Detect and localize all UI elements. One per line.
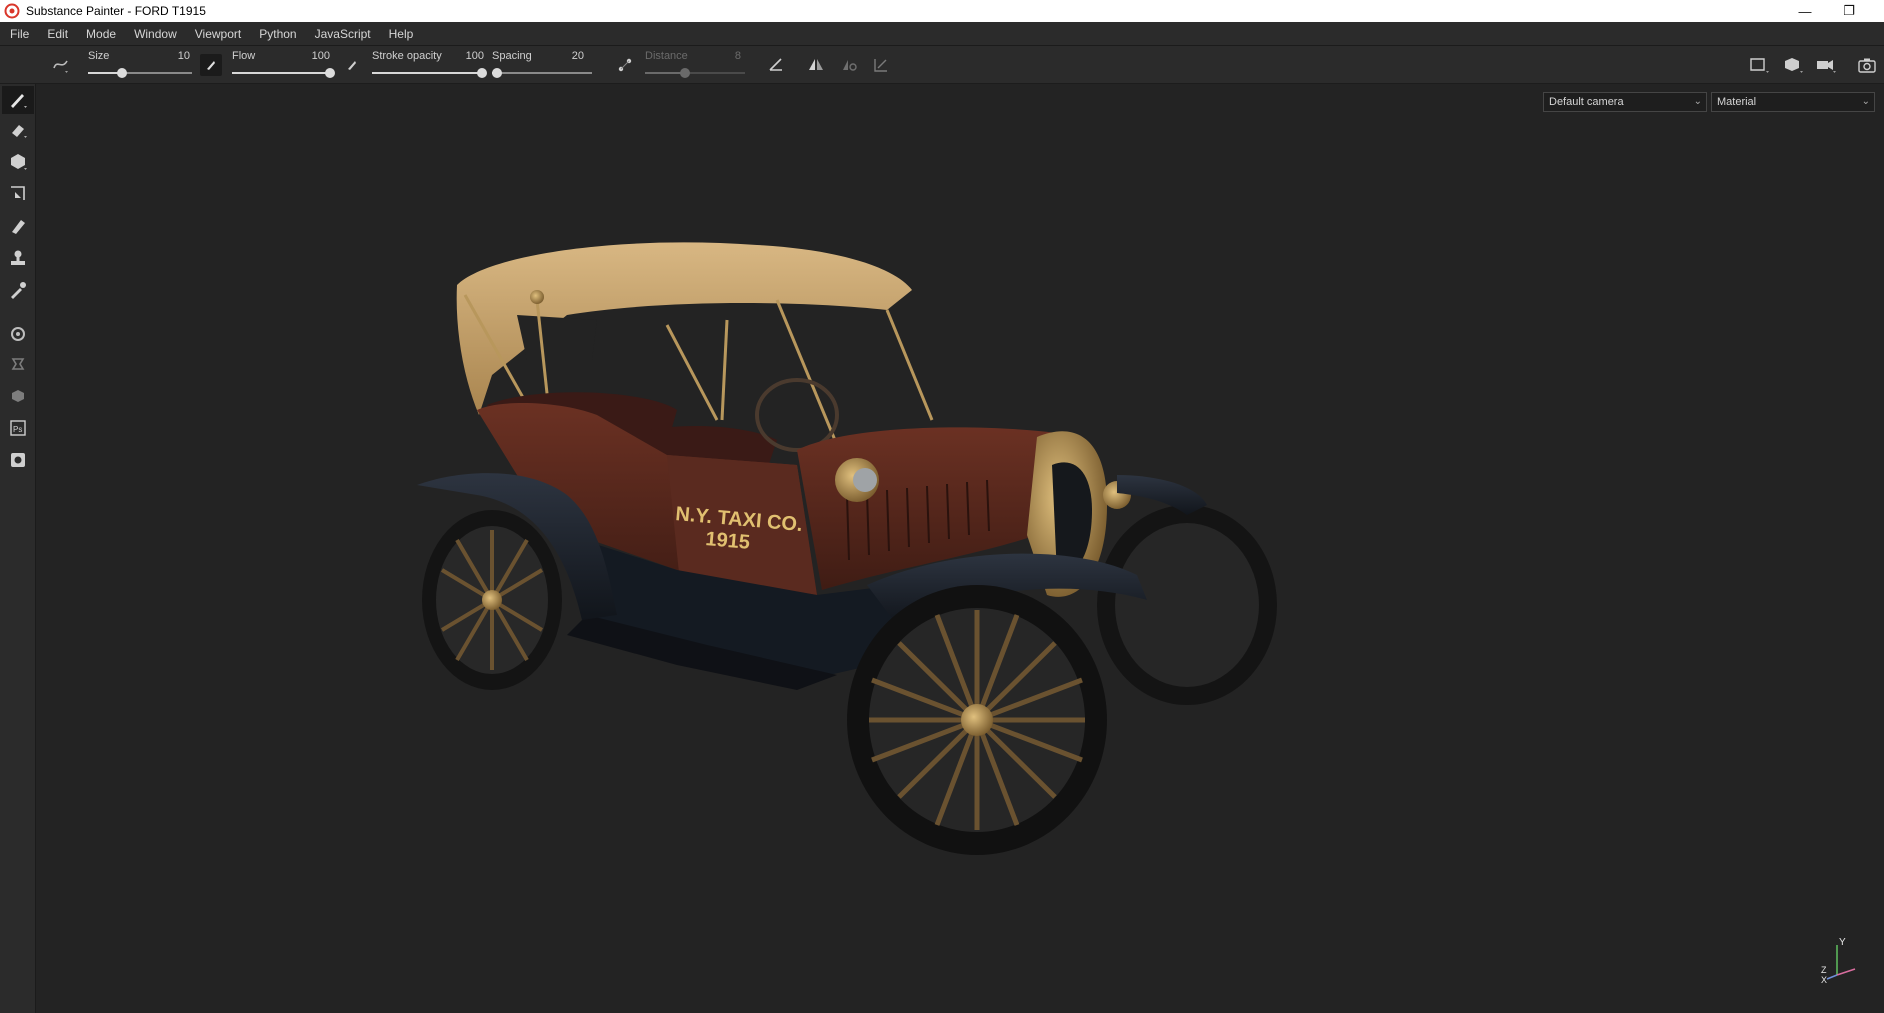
camera-settings-icon[interactable]: [1815, 54, 1837, 76]
size-label: Size: [88, 50, 110, 62]
spacing-slider-knob[interactable]: [492, 68, 502, 78]
viewport-mode-icon[interactable]: [1748, 54, 1770, 76]
axis-z-label: Z: [1821, 965, 1827, 975]
menu-edit[interactable]: Edit: [38, 22, 77, 46]
screenshot-icon[interactable]: [1856, 54, 1878, 76]
distance-slider-fill: [645, 72, 685, 74]
stroke-opacity-pressure-icon[interactable]: [341, 54, 363, 76]
menu-bar: File Edit Mode Window Viewport Python Ja…: [0, 22, 1884, 46]
texture-set-icon[interactable]: [2, 382, 34, 410]
smudge-icon[interactable]: [2, 212, 34, 240]
paint-brush-icon[interactable]: [2, 86, 34, 114]
distance-label: Distance: [645, 50, 688, 62]
channel-mode-select[interactable]: Material ⌄: [1711, 92, 1875, 112]
snapping-icon[interactable]: [870, 54, 892, 76]
ford-model-t-3d-model[interactable]: N.Y. TAXI CO. 1915: [417, 175, 1497, 915]
axis-x-label: X: [1821, 975, 1827, 985]
stroke-opacity-label: Stroke opacity: [372, 50, 442, 62]
projection-icon[interactable]: [2, 148, 34, 176]
menu-javascript[interactable]: JavaScript: [306, 22, 380, 46]
flow-slider-knob[interactable]: [325, 68, 335, 78]
spacing-slider-track[interactable]: [492, 68, 592, 78]
stroke-opacity-slider-knob[interactable]: [477, 68, 487, 78]
menu-file[interactable]: File: [0, 22, 38, 46]
stroke-opacity-slider-fill: [372, 72, 482, 74]
window-title: Substance Painter - FORD T1915: [26, 4, 206, 18]
layer-stack-icon[interactable]: [2, 350, 34, 378]
tool-properties-bar: Size 10 Flow 100 Stroke opacity 100 Spac…: [0, 46, 1884, 84]
flow-slider[interactable]: Flow 100: [232, 46, 335, 84]
alignment-icon[interactable]: [765, 54, 787, 76]
stroke-opacity-slider-track[interactable]: [372, 68, 487, 78]
stroke-opacity-slider[interactable]: Stroke opacity 100: [372, 46, 487, 84]
decal-line-2: 1915: [705, 528, 751, 554]
substance-painter-logo-icon: [4, 3, 20, 19]
3d-viewport[interactable]: Default camera ⌄ Material ⌄ N.Y. TAXI CO…: [37, 85, 1884, 1013]
brush-preset-icon[interactable]: [50, 54, 72, 76]
chevron-down-icon: ⌄: [1693, 96, 1702, 107]
menu-window[interactable]: Window: [125, 22, 186, 46]
front-left-wheel: [847, 585, 1107, 855]
size-slider-knob[interactable]: [117, 68, 128, 78]
menu-mode[interactable]: Mode: [77, 22, 125, 46]
spacing-slider[interactable]: Spacing 20: [492, 46, 594, 84]
camera-select[interactable]: Default camera ⌄: [1543, 92, 1707, 112]
menu-help[interactable]: Help: [380, 22, 423, 46]
flow-value[interactable]: 100: [300, 50, 330, 62]
symmetry-settings-icon[interactable]: [838, 54, 860, 76]
rear-window: [517, 315, 597, 360]
svg-text:Ps: Ps: [13, 425, 22, 434]
menu-python[interactable]: Python: [250, 22, 305, 46]
size-slider[interactable]: Size 10: [88, 46, 193, 84]
clone-stamp-icon[interactable]: [2, 244, 34, 272]
minimize-button[interactable]: —: [1782, 0, 1828, 22]
distance-slider-knob[interactable]: [680, 68, 690, 78]
distance-slider[interactable]: Distance 8: [645, 46, 747, 84]
headlamp-lens-left: [853, 468, 877, 492]
stroke-opacity-value[interactable]: 100: [454, 50, 484, 62]
axis-y-label: Y: [1839, 937, 1846, 948]
camera-select-value: Default camera: [1549, 96, 1624, 108]
display-settings-icon[interactable]: [1782, 54, 1804, 76]
flow-pressure-icon[interactable]: [200, 54, 222, 76]
title-bar: Substance Painter - FORD T1915 — ❐: [0, 0, 1884, 22]
axis-gizmo: Y Z X: [1821, 937, 1856, 985]
flow-label: Flow: [232, 50, 256, 62]
color-picker-icon[interactable]: [2, 276, 34, 304]
spacing-value[interactable]: 20: [554, 50, 584, 62]
size-slider-track[interactable]: [88, 68, 192, 78]
export-textures-icon[interactable]: [2, 446, 34, 474]
distance-value[interactable]: 8: [711, 50, 741, 62]
restore-button[interactable]: ❐: [1826, 0, 1872, 22]
rear-right-wheel: [1097, 505, 1277, 705]
flow-slider-track[interactable]: [232, 68, 335, 78]
photoshop-export-icon[interactable]: Ps: [2, 414, 34, 442]
menu-viewport[interactable]: Viewport: [186, 22, 250, 46]
symmetry-icon[interactable]: [805, 54, 827, 76]
brass-knob: [530, 290, 544, 304]
flow-slider-fill: [232, 72, 330, 74]
size-value[interactable]: 10: [160, 50, 190, 62]
tool-strip: Ps: [0, 84, 36, 1013]
chevron-down-icon: ⌄: [1861, 96, 1870, 107]
bake-settings-icon[interactable]: [2, 320, 34, 348]
rear-left-wheel: [422, 510, 562, 690]
polygon-fill-icon[interactable]: [2, 180, 34, 208]
spacing-label: Spacing: [492, 50, 532, 62]
eraser-icon[interactable]: [2, 116, 34, 144]
channel-mode-select-value: Material: [1717, 96, 1757, 108]
lazy-mouse-icon[interactable]: [614, 54, 636, 76]
distance-slider-track[interactable]: [645, 68, 745, 78]
